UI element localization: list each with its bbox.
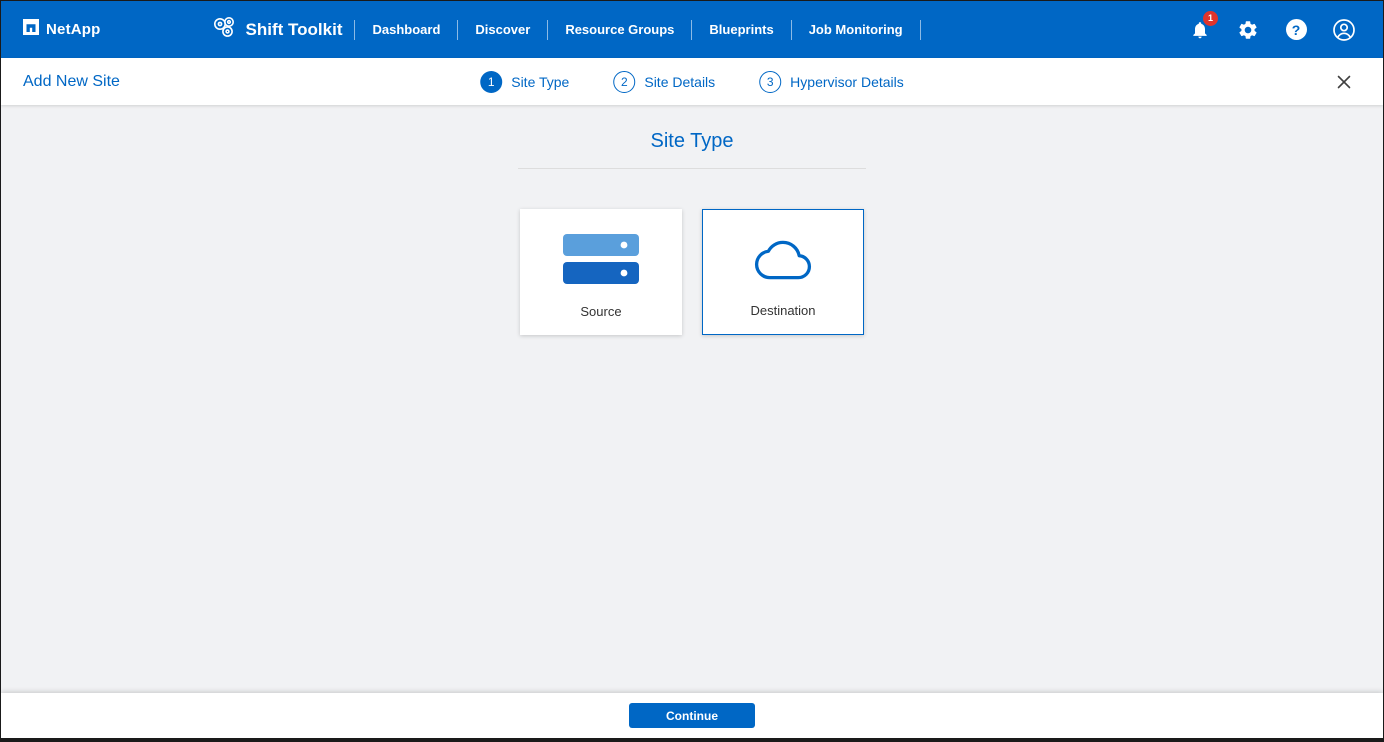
help-glyph: ? xyxy=(1286,19,1307,40)
top-header: NetApp Shift Toolkit Dashboard Discover xyxy=(1,1,1383,58)
continue-button[interactable]: Continue xyxy=(629,703,755,728)
section-title: Site Type xyxy=(650,130,733,153)
server-stack-icon xyxy=(563,209,639,304)
app-window: NetApp Shift Toolkit Dashboard Discover xyxy=(0,0,1384,742)
netapp-brand[interactable]: NetApp xyxy=(23,19,101,40)
step-site-type[interactable]: 1 Site Type xyxy=(480,71,569,93)
user-account-icon[interactable] xyxy=(1331,17,1357,43)
wizard-bar: Add New Site 1 Site Type 2 Site Details … xyxy=(1,58,1383,105)
app-title-wrap: Shift Toolkit xyxy=(211,14,343,45)
step-number: 2 xyxy=(613,71,635,93)
step-site-details[interactable]: 2 Site Details xyxy=(613,71,715,93)
nav-item-dashboard[interactable]: Dashboard xyxy=(355,22,457,37)
settings-gear-icon[interactable] xyxy=(1235,17,1261,43)
source-card-label: Source xyxy=(580,304,621,335)
shift-toolkit-logo-icon xyxy=(211,14,237,45)
destination-card[interactable]: Destination xyxy=(702,209,864,335)
nav-divider xyxy=(920,20,921,40)
app-title: Shift Toolkit xyxy=(246,20,343,40)
close-icon[interactable] xyxy=(1333,71,1355,93)
site-type-cards: Source Destination xyxy=(520,209,864,335)
help-icon[interactable]: ? xyxy=(1283,17,1309,43)
footer-bar: Continue xyxy=(1,693,1383,738)
step-label: Site Details xyxy=(644,74,715,90)
nav-item-discover[interactable]: Discover xyxy=(458,22,547,37)
notifications-bell-icon[interactable]: 1 xyxy=(1187,17,1213,43)
nav-item-blueprints[interactable]: Blueprints xyxy=(692,22,790,37)
main-content: Site Type Source xyxy=(1,105,1383,693)
nav-item-job-monitoring[interactable]: Job Monitoring xyxy=(792,22,920,37)
page-title: Add New Site xyxy=(23,73,120,91)
brand-name: NetApp xyxy=(46,21,101,38)
cloud-icon xyxy=(754,210,812,303)
header-actions: 1 ? xyxy=(1187,17,1357,43)
step-hypervisor-details[interactable]: 3 Hypervisor Details xyxy=(759,71,904,93)
step-label: Hypervisor Details xyxy=(790,74,904,90)
nav-item-resource-groups[interactable]: Resource Groups xyxy=(548,22,691,37)
main-nav: Dashboard Discover Resource Groups Bluep… xyxy=(354,1,920,58)
step-number: 3 xyxy=(759,71,781,93)
step-label: Site Type xyxy=(511,74,569,90)
wizard-stepper: 1 Site Type 2 Site Details 3 Hypervisor … xyxy=(480,71,904,93)
destination-card-label: Destination xyxy=(750,303,815,334)
section-divider xyxy=(518,168,866,169)
notification-badge: 1 xyxy=(1203,11,1218,26)
step-number: 1 xyxy=(480,71,502,93)
netapp-logo-icon xyxy=(23,19,39,40)
source-card[interactable]: Source xyxy=(520,209,682,335)
